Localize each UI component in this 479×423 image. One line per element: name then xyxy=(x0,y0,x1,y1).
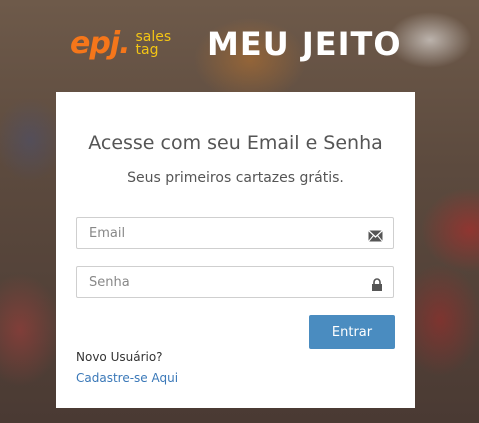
logo-epj-text: epj. xyxy=(70,26,131,61)
logo-tag-text: tag xyxy=(135,42,159,58)
logo-salestag: sales tag xyxy=(135,30,172,58)
epj-logo: epj. sales tag xyxy=(70,24,171,64)
new-user-label: Novo Usuário? xyxy=(76,350,163,364)
login-title: Acesse com seu Email e Senha xyxy=(88,132,383,154)
password-input[interactable] xyxy=(77,267,359,297)
signup-link[interactable]: Cadastre-se Aqui xyxy=(76,371,178,385)
email-input[interactable] xyxy=(77,218,359,248)
login-subtitle: Seus primeiros cartazes grátis. xyxy=(127,170,344,186)
email-field-wrapper xyxy=(76,217,394,249)
product-title: MEU JEITO xyxy=(207,25,402,63)
login-card: Acesse com seu Email e Senha Seus primei… xyxy=(56,92,415,408)
envelope-icon xyxy=(368,227,383,246)
lock-icon xyxy=(371,276,383,295)
submit-button[interactable]: Entrar xyxy=(309,315,395,349)
password-field-wrapper xyxy=(76,266,394,298)
